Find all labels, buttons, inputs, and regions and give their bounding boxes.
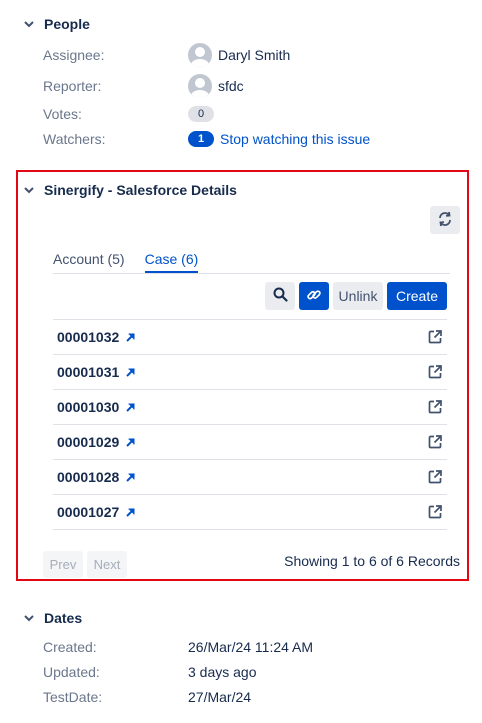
chevron-down-icon [22,611,36,625]
avatar [188,43,212,67]
created-label: Created: [43,639,97,655]
updated-row: Updated: 3 days ago [43,661,472,683]
arrow-up-right-icon[interactable] [125,472,136,483]
votes-row: Votes: 0 [43,103,472,125]
link-icon [306,287,322,306]
watchers-count-badge[interactable]: 1 [188,131,214,147]
case-record-list: 00001032 00001031 00001030 00001029 00001028… [53,319,447,530]
open-external-icon[interactable] [427,329,443,348]
salesforce-section-title: Sinergify - Salesforce Details [44,182,237,198]
arrow-up-right-icon[interactable] [125,332,136,343]
case-number-link[interactable]: 00001031 [57,364,119,380]
case-number-link[interactable]: 00001032 [57,329,119,345]
case-number-link[interactable]: 00001029 [57,434,119,450]
votes-count-badge[interactable]: 0 [188,106,214,122]
dates-section-title: Dates [44,610,83,626]
search-icon [273,287,288,305]
people-section-toggle[interactable]: People [22,16,90,32]
open-external-icon[interactable] [427,364,443,383]
arrow-up-right-icon[interactable] [125,402,136,413]
case-record-row: 00001032 [53,319,447,354]
open-external-icon[interactable] [427,399,443,418]
assignee-name[interactable]: Daryl Smith [218,47,290,63]
case-number-link[interactable]: 00001028 [57,469,119,485]
case-record-row: 00001027 [53,494,447,530]
create-button[interactable]: Create [387,282,447,310]
unlink-button[interactable]: Unlink [333,282,383,310]
case-record-row: 00001030 [53,389,447,424]
chevron-down-icon [22,183,36,197]
salesforce-section-toggle[interactable]: Sinergify - Salesforce Details [22,182,237,198]
created-row: Created: 26/Mar/24 11:24 AM [43,636,472,658]
link-button[interactable] [299,282,329,310]
updated-value: 3 days ago [188,664,257,680]
chevron-down-icon [22,17,36,31]
testdate-value: 27/Mar/24 [188,689,252,705]
dates-section-toggle[interactable]: Dates [22,610,82,626]
case-number-link[interactable]: 00001030 [57,399,119,415]
testdate-label: TestDate: [43,689,103,705]
arrow-up-right-icon[interactable] [125,367,136,378]
stop-watching-link[interactable]: Stop watching this issue [220,131,370,147]
people-section-title: People [44,16,90,32]
refresh-button[interactable] [430,206,460,234]
open-external-icon[interactable] [427,434,443,453]
case-record-row: 00001029 [53,424,447,459]
tab-case[interactable]: Case (6) [144,249,199,273]
case-record-row: 00001028 [53,459,447,494]
search-button[interactable] [265,282,295,310]
arrow-up-right-icon[interactable] [125,507,136,518]
record-tabs: Account (5) Case (6) [53,249,450,274]
updated-label: Updated: [43,664,100,680]
watchers-label: Watchers: [43,131,106,147]
case-number-link[interactable]: 00001027 [57,504,119,520]
created-value: 26/Mar/24 11:24 AM [188,639,314,655]
assignee-label: Assignee: [43,47,105,63]
avatar [188,74,212,98]
reporter-name[interactable]: sfdc [218,78,244,94]
votes-label: Votes: [43,106,82,122]
reporter-row: Reporter: sfdc [43,74,472,98]
records-count-text: Showing 1 to 6 of 6 Records [284,553,460,569]
prev-button[interactable]: Prev [43,551,83,578]
tab-account[interactable]: Account (5) [53,249,125,273]
refresh-icon [437,211,453,230]
open-external-icon[interactable] [427,469,443,488]
case-record-row: 00001031 [53,354,447,389]
next-button[interactable]: Next [87,551,127,578]
arrow-up-right-icon[interactable] [125,437,136,448]
reporter-label: Reporter: [43,78,102,94]
testdate-row: TestDate: 27/Mar/24 [43,686,472,708]
open-external-icon[interactable] [427,504,443,523]
assignee-row: Assignee: Daryl Smith [43,43,472,67]
watchers-row: Watchers: 1 Stop watching this issue [43,128,472,150]
